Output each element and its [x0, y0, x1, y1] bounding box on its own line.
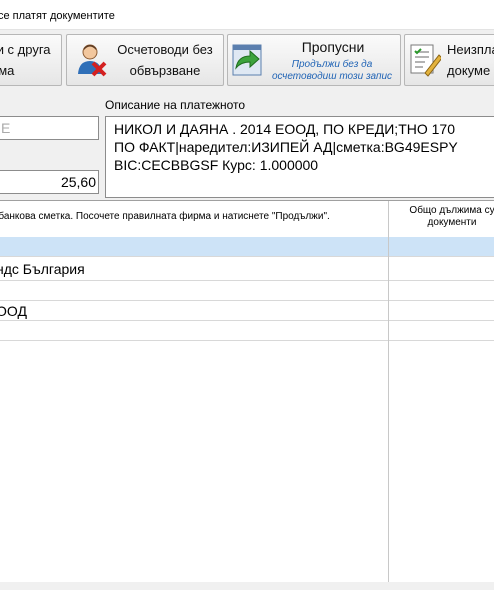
table-row[interactable]: ндс България — [0, 257, 494, 281]
post-without-link-button[interactable]: Осчетоводи без обвързване — [66, 34, 224, 86]
firms-grid[interactable]: а банкова сметка. Посочете правилната фи… — [0, 200, 494, 582]
description-line: НИКОЛ И ДАЯНА . 2014 ЕООД, ПО КРЕДИ;ТНО … — [114, 121, 455, 137]
unpaid-documents-line2: докуме — [447, 63, 491, 78]
title-bar: се платят документите — [0, 0, 494, 30]
user-remove-icon — [77, 43, 107, 80]
grid-header: а банкова сметка. Посочете правилната фи… — [0, 201, 494, 238]
bottom-bar — [0, 582, 494, 590]
window-title: се платят документите — [0, 10, 115, 22]
skip-button[interactable]: Пропусни Продължи без да осчетоводиш тоз… — [227, 34, 401, 86]
table-row[interactable]: ООД 1 — [0, 301, 494, 321]
document-edit-icon — [409, 43, 443, 80]
skip-title: Пропусни — [301, 39, 365, 55]
description-label: Описание на платежното — [105, 98, 246, 112]
other-firm-label: ки с друга рма — [0, 42, 51, 78]
firm-input[interactable]: Е — [0, 116, 99, 140]
payment-description[interactable]: НИКОЛ И ДАЯНА . 2014 ЕООД, ПО КРЕДИ;ТНО … — [105, 116, 494, 198]
description-line: ПО ФАКТ|наредител:ИЗИПЕЙ АД|сметка:BG49E… — [114, 139, 458, 155]
amount-field[interactable]: 25,60 — [0, 170, 99, 194]
post-without-link-line1: Осчетоводи без — [117, 42, 213, 57]
table-row[interactable] — [0, 281, 494, 301]
description-line: BIC:CECBBGSF Курс: 1.000000 — [114, 157, 319, 173]
unpaid-documents-line1: Неизпла — [447, 42, 494, 57]
unpaid-documents-button[interactable]: Неизпла докуме — [404, 34, 494, 86]
post-without-link-line2: обвързване — [129, 63, 201, 78]
grid-header-total-due[interactable]: Общо дължима су документи — [392, 205, 494, 229]
grid-header-firm[interactable]: а банкова сметка. Посочете правилната фи… — [0, 211, 330, 222]
table-row[interactable] — [0, 237, 494, 257]
other-firm-button[interactable]: ки с друга рма — [0, 34, 62, 86]
table-row[interactable] — [0, 321, 494, 341]
skip-subtitle: Продължи без да осчетоводиш този запис — [271, 59, 393, 82]
column-divider — [388, 201, 389, 582]
skip-arrow-icon — [232, 44, 262, 79]
